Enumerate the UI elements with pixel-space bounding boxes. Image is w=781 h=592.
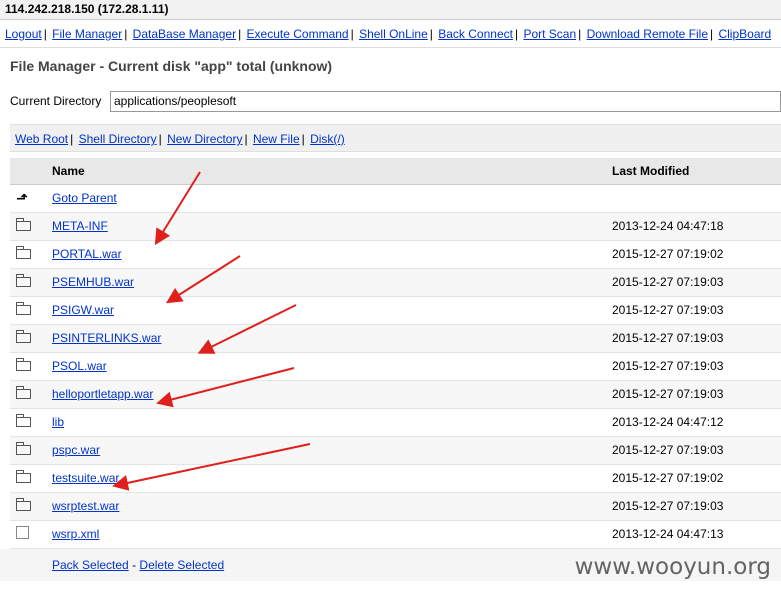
menu-back-connect[interactable]: Back Connect (438, 27, 513, 41)
folder-icon (16, 414, 31, 427)
last-modified-cell: 2015-12-27 07:19:02 (612, 464, 781, 493)
folder-icon (16, 498, 31, 511)
delete-selected-link[interactable]: Delete Selected (139, 558, 224, 572)
select-checkbox[interactable] (16, 526, 29, 539)
last-modified-cell: 2015-12-27 07:19:03 (612, 324, 781, 353)
last-modified-cell: 2015-12-27 07:19:03 (612, 352, 781, 381)
table-row: PSINTERLINKS.war 2015-12-27 07:19:03 (10, 324, 781, 353)
file-name-link[interactable]: pspc.war (52, 443, 100, 457)
link-new-file[interactable]: New File (253, 132, 300, 146)
table-row: PSEMHUB.war 2015-12-27 07:19:03 (10, 268, 781, 297)
file-name-link[interactable]: helloportletapp.war (52, 387, 153, 401)
file-name-link[interactable]: wsrp.xml (52, 527, 99, 541)
folder-icon (16, 246, 31, 259)
host-title: 114.242.218.150 (172.28.1.11) (0, 0, 781, 20)
menu-download-remote-file[interactable]: Download Remote File (587, 27, 708, 41)
menu-logout[interactable]: Logout (5, 27, 42, 41)
goto-parent-row: ⬏ Goto Parent (10, 184, 781, 213)
up-arrow-icon: ⬏ (16, 189, 28, 206)
last-modified-cell: 2013-12-24 04:47:13 (612, 520, 781, 549)
table-row: helloportletapp.war 2015-12-27 07:19:03 (10, 380, 781, 409)
menu-clipboard[interactable]: ClipBoard (718, 27, 771, 41)
table-row: PSIGW.war 2015-12-27 07:19:03 (10, 296, 781, 325)
watermark-text: www.wooyun.org (574, 554, 771, 580)
link-disk-root[interactable]: Disk(/) (310, 132, 345, 146)
file-name-link[interactable]: PSINTERLINKS.war (52, 331, 161, 345)
menu-execute-command[interactable]: Execute Command (247, 27, 349, 41)
file-name-link[interactable]: lib (52, 415, 64, 429)
folder-icon (16, 274, 31, 287)
table-row: wsrptest.war 2015-12-27 07:19:03 (10, 492, 781, 521)
link-new-directory[interactable]: New Directory (167, 132, 242, 146)
actions-separator: - (132, 557, 137, 572)
file-name-link[interactable]: wsrptest.war (52, 499, 119, 513)
header-name: Name (52, 158, 612, 185)
file-name-link[interactable]: PSIGW.war (52, 303, 114, 317)
file-table-body: ⬏ Goto Parent META-INF 2013-12-24 04:47:1… (10, 184, 781, 549)
table-row: testsuite.war 2015-12-27 07:19:02 (10, 464, 781, 493)
pack-selected-link[interactable]: Pack Selected (52, 558, 129, 572)
folder-icon (16, 358, 31, 371)
page-title: File Manager - Current disk "app" total … (10, 58, 333, 74)
goto-parent-link[interactable]: Goto Parent (52, 191, 117, 205)
current-directory-input[interactable] (110, 90, 781, 112)
folder-icon (16, 386, 31, 399)
file-name-link[interactable]: PSOL.war (52, 359, 107, 373)
last-modified-cell: 2013-12-24 04:47:18 (612, 212, 781, 241)
quick-links-bar: Web Root | Shell Directory | New Directory… (10, 124, 781, 152)
file-name-link[interactable]: testsuite.war (52, 471, 119, 485)
folder-icon (16, 442, 31, 455)
table-row: pspc.war 2015-12-27 07:19:03 (10, 436, 781, 465)
header-icon-col (10, 158, 52, 185)
folder-icon (16, 330, 31, 343)
file-name-link[interactable]: PORTAL.war (52, 247, 122, 261)
last-modified-cell: 2015-12-27 07:19:03 (612, 268, 781, 297)
table-row: PORTAL.war 2015-12-27 07:19:02 (10, 240, 781, 269)
file-table: Name Last Modified ⬏ Goto Parent META-IN… (10, 158, 781, 549)
last-modified-cell: 2015-12-27 07:19:02 (612, 240, 781, 269)
link-web-root[interactable]: Web Root (15, 132, 68, 146)
header-last-modified: Last Modified (612, 158, 781, 185)
link-shell-directory[interactable]: Shell Directory (79, 132, 157, 146)
main-menu: Logout | File Manager | DataBase Manager | … (0, 20, 781, 48)
last-modified-cell: 2015-12-27 07:19:03 (612, 380, 781, 409)
table-row: wsrp.xml 2013-12-24 04:47:13 (10, 520, 781, 549)
file-name-link[interactable]: PSEMHUB.war (52, 275, 134, 289)
folder-icon (16, 302, 31, 315)
menu-file-manager[interactable]: File Manager (52, 27, 122, 41)
last-modified-cell: 2015-12-27 07:19:03 (612, 296, 781, 325)
file-name-link[interactable]: META-INF (52, 219, 108, 233)
table-row: PSOL.war 2015-12-27 07:19:03 (10, 352, 781, 381)
last-modified-cell: 2013-12-24 04:47:12 (612, 408, 781, 437)
menu-database-manager[interactable]: DataBase Manager (133, 27, 236, 41)
folder-icon (16, 218, 31, 231)
table-row: META-INF 2013-12-24 04:47:18 (10, 212, 781, 241)
table-header-row: Name Last Modified (10, 158, 781, 185)
current-directory-row: Current Directory (0, 86, 781, 116)
current-directory-label: Current Directory (10, 94, 102, 108)
goto-parent-modified (612, 184, 781, 213)
menu-shell-online[interactable]: Shell OnLine (359, 27, 428, 41)
last-modified-cell: 2015-12-27 07:19:03 (612, 492, 781, 521)
folder-icon (16, 470, 31, 483)
last-modified-cell: 2015-12-27 07:19:03 (612, 436, 781, 465)
menu-port-scan[interactable]: Port Scan (523, 27, 576, 41)
table-row: lib 2013-12-24 04:47:12 (10, 408, 781, 437)
